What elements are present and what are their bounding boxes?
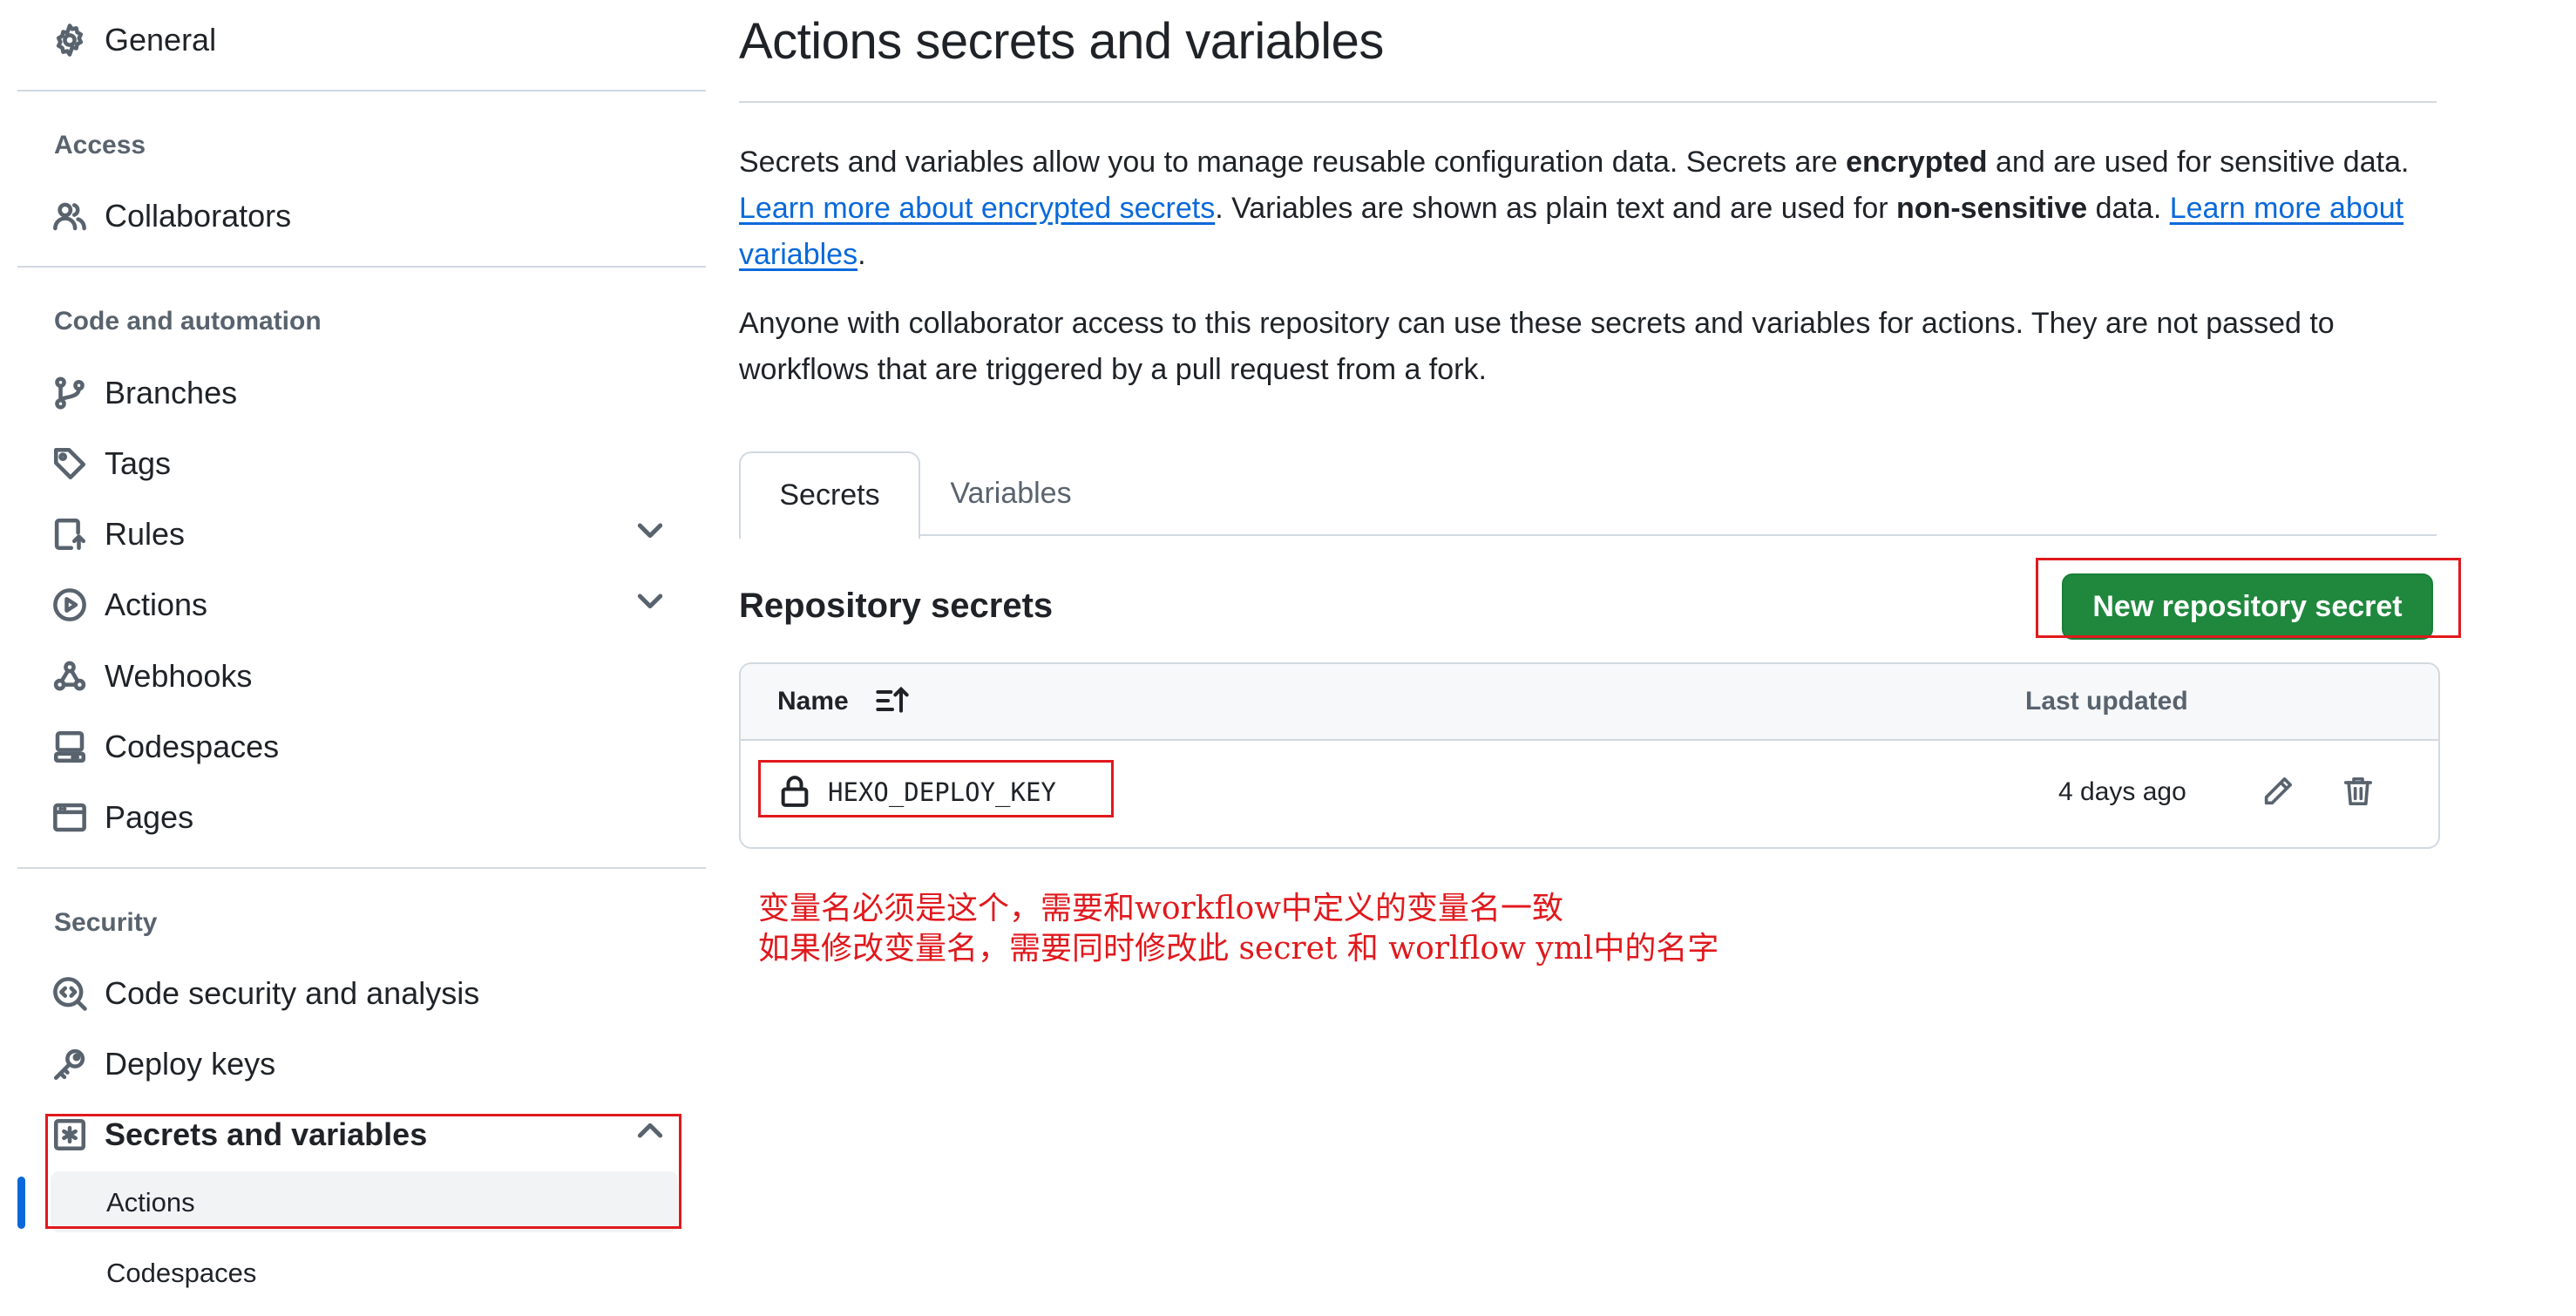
chevron-down-icon[interactable] xyxy=(633,512,675,554)
repository-secrets-heading: Repository secrets xyxy=(739,587,1054,625)
sidebar-divider xyxy=(17,266,706,268)
sidebar-item-general[interactable]: General xyxy=(51,9,216,71)
branch-icon xyxy=(51,374,89,412)
browser-icon xyxy=(51,798,89,837)
annotation-line-2: 如果修改变量名，需要同时修改此 secret 和 worlflow yml中的名… xyxy=(758,931,1719,967)
sidebar-section-access: Access xyxy=(54,131,146,159)
intro-text: Secrets and variables allow you to manag… xyxy=(739,146,1847,179)
main-content: Actions secrets and variables Secrets an… xyxy=(739,0,2534,1316)
column-name-header[interactable]: Name xyxy=(777,687,849,716)
sidebar-divider xyxy=(17,867,706,869)
sidebar-item-label: Rules xyxy=(105,516,186,552)
page-title: Actions secrets and variables xyxy=(739,13,1384,70)
sidebar-item-rules[interactable]: Rules xyxy=(51,503,185,566)
secrets-table: Name Last updated HEXO_DEPLOY_KEY 4 days… xyxy=(739,662,2440,849)
sidebar-item-branches[interactable]: Branches xyxy=(51,362,237,424)
intro-bold-non-sensitive: non-sensitive xyxy=(1896,192,2088,225)
secret-last-updated: 4 days ago xyxy=(2058,777,2186,806)
codescan-icon xyxy=(51,974,89,1013)
sort-icon[interactable] xyxy=(873,683,912,718)
intro-bold-encrypted: encrypted xyxy=(1846,146,1988,179)
sidebar-item-label: Code security and analysis xyxy=(105,975,480,1011)
sidebar-item-label: Deploy keys xyxy=(105,1046,276,1082)
people-icon xyxy=(51,197,89,235)
intro-text: data. xyxy=(2087,192,2170,225)
highlight-box xyxy=(2036,558,2461,638)
sidebar-item-deploy-keys[interactable]: Deploy keys xyxy=(51,1033,275,1096)
sidebar-item-label: Pages xyxy=(105,799,194,835)
sidebar-item-label: Collaborators xyxy=(105,198,292,234)
annotation-line-1: 变量名必须是这个，需要和workflow中定义的变量名一致 xyxy=(758,891,1564,926)
gear-icon xyxy=(51,21,89,59)
sidebar-item-codespaces[interactable]: Codespaces xyxy=(51,716,279,778)
sidebar-item-code-security[interactable]: Code security and analysis xyxy=(51,962,479,1025)
codespaces-icon xyxy=(51,728,89,766)
column-last-updated-header: Last updated xyxy=(2025,687,2188,716)
tab-variables[interactable]: Variables xyxy=(941,451,1081,536)
sidebar-item-pages[interactable]: Pages xyxy=(51,786,193,849)
sidebar-subitem-codespaces[interactable]: Codespaces xyxy=(106,1258,256,1289)
active-indicator xyxy=(17,1177,25,1229)
sidebar-section-security: Security xyxy=(54,908,158,937)
highlight-box xyxy=(45,1114,681,1229)
sidebar-section-code-automation: Code and automation xyxy=(54,307,322,336)
title-divider xyxy=(739,101,2437,103)
chevron-down-icon[interactable] xyxy=(633,583,675,625)
sidebar-item-label: Webhooks xyxy=(105,658,253,694)
webhook-icon xyxy=(51,657,89,695)
intro-text: . xyxy=(858,238,866,271)
sidebar-item-label: Codespaces xyxy=(105,729,280,764)
sidebar-item-collaborators[interactable]: Collaborators xyxy=(51,185,291,248)
tab-secrets[interactable]: Secrets xyxy=(739,451,920,539)
intro-text: and are used for sensitive data. xyxy=(1987,146,2410,179)
pencil-icon[interactable] xyxy=(2261,774,2299,812)
tag-icon xyxy=(51,444,89,483)
sidebar-item-label: Tags xyxy=(105,445,172,481)
sidebar-item-label: Actions xyxy=(105,587,208,622)
sidebar-item-label: Branches xyxy=(105,375,238,410)
rules-icon xyxy=(51,515,89,553)
settings-sidebar: General Access Collaborators Code and au… xyxy=(0,0,715,1316)
sidebar-divider xyxy=(17,90,706,92)
sidebar-item-tags[interactable]: Tags xyxy=(51,432,171,495)
intro-text: . Variables are shown as plain text and … xyxy=(1215,192,1897,225)
highlight-box xyxy=(758,760,1114,817)
table-header: Name Last updated xyxy=(741,664,2438,741)
learn-more-secrets-link[interactable]: Learn more about encrypted secrets xyxy=(739,192,1215,225)
trash-icon[interactable] xyxy=(2341,774,2379,812)
sidebar-item-actions[interactable]: Actions xyxy=(51,573,207,636)
sidebar-item-webhooks[interactable]: Webhooks xyxy=(51,645,252,708)
play-circle-icon xyxy=(51,586,89,624)
sidebar-item-label: General xyxy=(105,22,217,58)
intro-paragraph: Secrets and variables allow you to manag… xyxy=(739,139,2447,278)
key-icon xyxy=(51,1045,89,1083)
collaborator-note: Anyone with collaborator access to this … xyxy=(739,307,2335,386)
